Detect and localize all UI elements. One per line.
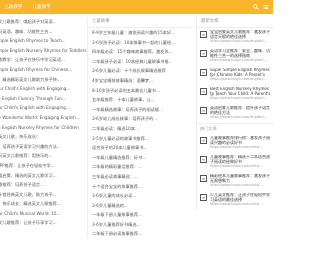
- article-card[interactable]: ≡ 英语学习全推荐：安全、趣味、功能性三合一的选择指南 https://www.…: [197, 47, 274, 66]
- list-item[interactable]: 学习英语，趣味、功能性三合...: [0, 27, 90, 37]
- article-card[interactable]: ≡ 宝宝启蒙英文儿歌推荐：激发孩子语言天赋的绝佳选择 https://www.h…: [197, 28, 274, 47]
- top-icons: [253, 0, 269, 14]
- list-item[interactable]: 儿歌推荐：培养孩子语言...: [0, 180, 90, 190]
- nav-link-kids-stories[interactable]: 儿童教学: [32, 4, 50, 10]
- list-item[interactable]: 一年级下册儿童故事推荐...: [92, 210, 189, 220]
- list-item[interactable]: the Wonderful World: Engaging English...: [0, 113, 90, 123]
- article-title[interactable]: 英语启蒙儿歌推荐：提升孩子语言的绝佳方法: [210, 106, 272, 115]
- list-item[interactable]: 3-6岁儿童推荐好书精选...: [92, 220, 189, 230]
- article-url: https://www.hcppt.com/english/...: [210, 96, 267, 101]
- list-item[interactable]: 一年级儿童精选推荐：好书...: [92, 153, 189, 163]
- list-item[interactable]: 儿：精选精彩英文儿歌助力孩子快...: [0, 75, 90, 85]
- nav-link-kids-songs[interactable]: 儿歌教学: [4, 4, 22, 10]
- article-card[interactable]: ≡ 儿童故事推荐：精选十二本适合孩子阅读的经典好书 https://www.hc…: [197, 153, 274, 172]
- list-item[interactable]: Simple English Rhymes for Chinese...: [0, 65, 90, 75]
- right-sidebar: 最新文章 ≡ 宝宝启蒙英文儿歌推荐：激发孩子语言天赋的绝佳选择 https://…: [196, 17, 274, 210]
- article-title[interactable]: 精彩绘本儿童故事推荐：激发孩子无限想象力: [210, 174, 272, 183]
- list-item[interactable]: 适合孩子的20本儿童故事书...: [92, 143, 189, 153]
- article-title[interactable]: Super Simple English Rhymes for Chinese …: [210, 68, 272, 77]
- search-icon[interactable]: [253, 4, 259, 10]
- article-url: https://www.hcppt.com/english/...: [210, 77, 267, 82]
- list-item[interactable]: 英语启蒙，精选的英文儿歌学习...: [0, 171, 90, 181]
- list-item[interactable]: 二年级孩子必读：10本经典儿童故事书推...: [92, 57, 189, 67]
- list-item[interactable]: 二年级的精彩童话推荐：...: [92, 162, 189, 172]
- list-item[interactable]: 3-6岁幼儿成长故事：培养孩子的...: [92, 114, 189, 124]
- article-url: https://www.hcppt.com/english/...: [210, 115, 267, 120]
- menu-icon[interactable]: [263, 4, 269, 10]
- list-item[interactable]: 4岁宝宝睡前故事精选：温馨梦...: [92, 76, 189, 86]
- list-item[interactable]: Your Child's Musical World: 15...: [0, 209, 90, 219]
- article-url: https://www.hcppt.com/child/...: [210, 145, 263, 150]
- middle-list: 8-9岁三年级儿童：激发阅读兴趣的15本好... 3-6岁孩子必读：10本故事书…: [88, 28, 191, 239]
- list-item[interactable]: Your Child's English with Engaging...: [0, 103, 90, 113]
- section-title-stories: 儿童故事: [88, 17, 191, 28]
- article-title[interactable]: 少儿英文推荐：让孩子在轻松中学习英语的最佳选择: [210, 193, 272, 202]
- section-title-latest: 最新文章: [197, 17, 274, 28]
- left-list: 英文儿歌推荐：唤起孩子对英语... 学习英语，趣味、功能性三合... Simpl…: [0, 17, 92, 228]
- top-nav-bar: 儿歌教学 儿童教学: [0, 0, 273, 14]
- article-card[interactable]: ≡ Best English Nursery Rhymes to Teach Y…: [197, 85, 274, 104]
- list-item[interactable]: 学习英文儿歌推荐：用快乐的...: [0, 151, 90, 161]
- list-item[interactable]: SAPP推荐：让孩子在轻松中学...: [0, 161, 90, 171]
- hot-articles: ≡ 儿童故事推荐排行榜：激发孩子阅读兴趣的必读好书 https://www.hc…: [197, 134, 274, 210]
- article-title[interactable]: 儿童故事推荐：精选十二本适合孩子阅读的经典好书: [210, 155, 272, 164]
- document-icon: ≡: [200, 50, 207, 57]
- middle-story-list: 儿童故事 8-9岁三年级儿童：激发阅读兴趣的15本好... 3-6岁孩子必读：1…: [87, 17, 191, 240]
- document-icon: ≡: [200, 175, 207, 182]
- list-item[interactable]: 3-6岁儿童精选的...: [92, 201, 189, 211]
- document-icon: ≡: [200, 137, 207, 144]
- article-url: https://www.hcppt.com/child/...: [210, 202, 263, 207]
- list-item[interactable]: 二年级下册必读故事推荐...: [92, 229, 189, 239]
- article-url: https://www.hcppt.com/child/...: [210, 183, 263, 188]
- top-nav: 儿歌教学 儿童教学: [4, 0, 61, 14]
- list-item[interactable]: 3-5岁儿童必读的故事书推荐...: [92, 134, 189, 144]
- list-item[interactable]: ing English Fluency Through Fun...: [0, 94, 90, 104]
- list-item[interactable]: 英文儿歌推荐：唤起孩子对英语...: [0, 17, 90, 27]
- document-icon: ≡: [200, 156, 207, 163]
- list-item[interactable]: 英文儿歌推荐：让孩子乐享学习...: [0, 218, 90, 228]
- list-item[interactable]: Simple English Nursery Rhymes for Toddle…: [0, 46, 90, 56]
- document-icon: ≡: [200, 31, 207, 38]
- article-card[interactable]: ≡ 精彩绘本儿童故事推荐：激发孩子无限想象力 https://www.hcppt…: [197, 172, 274, 191]
- list-item[interactable]: 儿歌教学：让孩子在快乐中学习英语...: [0, 55, 90, 65]
- article-url: https://www.hcppt.com/english/...: [210, 39, 267, 44]
- list-item[interactable]: 一年级精选故事：培养孩子的阅读能...: [92, 105, 189, 115]
- list-item[interactable]: 3-6岁儿童的成长必读...: [92, 191, 189, 201]
- article-card[interactable]: ≡ 少儿英文推荐：让孩子在轻松中学习英语的最佳选择 https://www.hc…: [197, 191, 274, 210]
- list-item[interactable]: ：十首经典英文儿歌，助力孩子...: [0, 190, 90, 200]
- article-card[interactable]: ≡ Super Simple English Rhymes for Chines…: [197, 66, 274, 85]
- article-title[interactable]: 儿童故事推荐排行榜：激发孩子阅读兴趣的必读好书: [210, 136, 272, 145]
- list-item[interactable]: 8-9岁三年级儿童：激发阅读兴趣的15本好...: [92, 28, 189, 38]
- list-item[interactable]: 四年级必读：15个趣味故事推荐，激发孩...: [92, 47, 189, 57]
- list-item[interactable]: 8-10岁孩子必读的五本最佳儿童书...: [92, 86, 189, 96]
- left-article-list: 英文儿歌推荐：唤起孩子对英语... 学习英语，趣味、功能性三合... Simpl…: [0, 17, 92, 229]
- list-item[interactable]: 五年级推荐：十本儿童故事，让...: [92, 95, 189, 105]
- article-title[interactable]: 英语学习全推荐：安全、趣味、功能性三合一的选择指南: [210, 49, 272, 58]
- article-title[interactable]: 宝宝启蒙英文儿歌推荐：激发孩子语言天赋的绝佳选择: [210, 30, 272, 39]
- article-card[interactable]: ≡ 英语启蒙儿歌推荐：提升孩子语言的绝佳方法 https://www.hcppt…: [197, 104, 274, 123]
- list-item[interactable]: 三年级必读故事精选：...: [92, 172, 189, 182]
- document-icon: ≡: [200, 88, 207, 95]
- list-item[interactable]: 3-6岁孩子必读：10本故事书一起的儿童绘...: [92, 38, 189, 48]
- list-item[interactable]: 学英文儿歌，快乐成长！: [0, 132, 90, 142]
- document-icon: ≡: [200, 194, 207, 201]
- list-item[interactable]: your Child's English with Engaging...: [0, 84, 90, 94]
- section-title-hot: 热门文章: [197, 123, 274, 134]
- list-item[interactable]: 3-6岁儿童必读：十个成长故事精选推荐: [92, 66, 189, 76]
- document-icon: ≡: [200, 69, 207, 76]
- article-title[interactable]: Best English Nursery Rhymes to Teach You…: [210, 87, 272, 96]
- article-url: https://www.hcppt.com/child/...: [210, 164, 263, 169]
- document-icon: ≡: [200, 107, 207, 114]
- list-item[interactable]: 唱，快乐成长：精选英文儿歌推荐...: [0, 199, 90, 209]
- article-card[interactable]: ≡ 儿童故事推荐排行榜：激发孩子阅读兴趣的必读好书 https://www.hc…: [197, 134, 274, 153]
- list-item[interactable]: 十个适合宝宝的故事推荐...: [92, 182, 189, 192]
- latest-articles: ≡ 宝宝启蒙英文儿歌推荐：激发孩子语言天赋的绝佳选择 https://www.h…: [197, 28, 274, 123]
- list-item[interactable]: 二年级必读：精选10本...: [92, 124, 189, 134]
- list-item[interactable]: 儿，培养孩子英语学习兴趣的方法...: [0, 142, 90, 152]
- list-item[interactable]: Simple English Rhymes to Teach...: [0, 36, 90, 46]
- list-item[interactable]: ing English Nursery Rhymes for Children: [0, 123, 90, 133]
- article-url: https://www.hcppt.com/english/...: [210, 58, 267, 63]
